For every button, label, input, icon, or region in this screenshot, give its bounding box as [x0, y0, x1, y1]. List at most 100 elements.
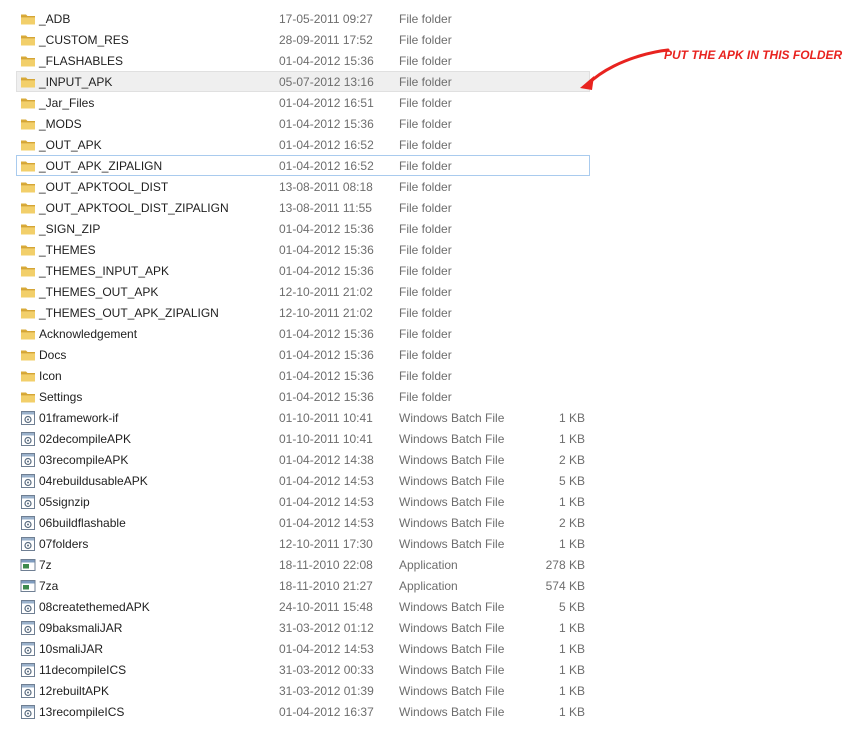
file-size: 278 KB	[545, 558, 585, 572]
batch-file-icon	[20, 621, 36, 635]
file-name: 05signzip	[39, 495, 90, 509]
file-row[interactable]: 04rebuildusableAPK 01-04-2012 14:53 Window…	[16, 470, 590, 491]
file-row[interactable]: _ADB 17-05-2011 09:27 File folder	[16, 8, 590, 29]
file-date-modified: 12-10-2011 21:02	[279, 306, 373, 320]
file-row[interactable]: _FLASHABLES 01-04-2012 15:36 File folder	[16, 50, 590, 71]
folder-icon	[20, 12, 36, 26]
file-row[interactable]: _Jar_Files 01-04-2012 16:51 File folder	[16, 92, 590, 113]
file-type: File folder	[399, 390, 452, 404]
file-row[interactable]: 12rebuiltAPK 31-03-2012 01:39 Windows Batc…	[16, 680, 590, 701]
file-date-modified: 01-04-2012 15:36	[279, 390, 374, 404]
file-name: 7za	[39, 579, 59, 593]
file-list[interactable]: _ADB 17-05-2011 09:27 File folder _CUSTOM_R…	[16, 8, 590, 732]
batch-file-icon	[20, 642, 36, 656]
file-type: File folder	[399, 180, 452, 194]
file-date-modified: 28-09-2011 17:52	[279, 33, 373, 47]
folder-icon	[20, 54, 36, 68]
file-row[interactable]: _OUT_APKTOOL_DIST 13-08-2011 08:18 File fo…	[16, 176, 590, 197]
file-type: File folder	[399, 159, 452, 173]
annotation-text: PUT THE APK IN THIS FOLDER	[664, 48, 843, 62]
file-date-modified: 05-07-2012 13:16	[279, 75, 374, 89]
file-row[interactable]: 06buildflashable 01-04-2012 14:53 Windows …	[16, 512, 590, 533]
file-date-modified: 01-04-2012 16:51	[279, 96, 374, 110]
batch-file-icon	[20, 495, 36, 509]
file-type: File folder	[399, 369, 452, 383]
file-date-modified: 12-10-2011 17:30	[279, 537, 373, 551]
batch-file-icon	[20, 411, 36, 425]
file-name: 11decompileICS	[39, 663, 127, 677]
file-row[interactable]: _MODS 01-04-2012 15:36 File folder	[16, 113, 590, 134]
file-type: File folder	[399, 33, 452, 47]
file-row[interactable]: _INPUT_APK 05-07-2012 13:16 File folder	[16, 71, 590, 92]
file-name: 02decompileAPK	[39, 432, 132, 446]
file-date-modified: 18-11-2010 22:08	[279, 558, 373, 572]
file-name: 10smaliJAR	[39, 642, 104, 656]
file-name: _CUSTOM_RES	[39, 33, 129, 47]
file-row[interactable]: Acknowledgement 01-04-2012 15:36 File fold…	[16, 323, 590, 344]
file-row[interactable]: 13recompileICS 01-04-2012 16:37 Windows Ba…	[16, 701, 590, 722]
file-row[interactable]: 07folders 12-10-2011 17:30 Windows Batch F…	[16, 533, 590, 554]
folder-icon	[20, 285, 36, 299]
folder-icon	[20, 327, 36, 341]
folder-icon	[20, 33, 36, 47]
file-type: Windows Batch File	[399, 516, 505, 530]
file-type: Windows Batch File	[399, 705, 505, 719]
file-row[interactable]: _OUT_APK_ZIPALIGN 01-04-2012 16:52 File fo…	[16, 155, 590, 176]
file-row[interactable]: _OUT_APK 01-04-2012 16:52 File folder	[16, 134, 590, 155]
file-row[interactable]: _SIGN_ZIP 01-04-2012 15:36 File folder	[16, 218, 590, 239]
file-row[interactable]: _THEMES 01-04-2012 15:36 File folder	[16, 239, 590, 260]
file-name: Settings	[39, 390, 83, 404]
file-date-modified: 31-03-2012 00:33	[279, 663, 374, 677]
file-row[interactable]: 02decompileAPK 01-10-2011 10:41 Windows Ba…	[16, 428, 590, 449]
folder-icon	[20, 390, 36, 404]
application-icon	[20, 579, 36, 593]
file-date-modified: 01-04-2012 14:53	[279, 516, 374, 530]
folder-icon	[20, 75, 36, 89]
folder-icon	[20, 222, 36, 236]
file-row[interactable]: 09baksmaliJAR 31-03-2012 01:12 Windows Bat…	[16, 617, 590, 638]
file-name: _INPUT_APK	[39, 75, 113, 89]
folder-icon	[20, 369, 36, 383]
file-name: 13recompileICS	[39, 705, 125, 719]
batch-file-icon	[20, 453, 36, 467]
file-row[interactable]: 11decompileICS 31-03-2012 00:33 Windows Ba…	[16, 659, 590, 680]
file-type: File folder	[399, 138, 452, 152]
folder-icon	[20, 243, 36, 257]
batch-file-icon	[20, 663, 36, 677]
file-row[interactable]: 10smaliJAR 01-04-2012 14:53 Windows Batch …	[16, 638, 590, 659]
file-row[interactable]: Icon 01-04-2012 15:36 File folder	[16, 365, 590, 386]
file-row[interactable]: 03recompileAPK 01-04-2012 14:38 Windows Ba…	[16, 449, 590, 470]
file-type: Windows Batch File	[399, 495, 505, 509]
file-name: _SIGN_ZIP	[39, 222, 101, 236]
file-row[interactable]: _OUT_APKTOOL_DIST_ZIPALIGN 13-08-2011 11:…	[16, 197, 590, 218]
file-row[interactable]: _THEMES_OUT_APK 12-10-2011 21:02 File fold…	[16, 281, 590, 302]
folder-icon	[20, 201, 36, 215]
file-size: 1 KB	[558, 537, 585, 551]
file-name: 08createthemedAPK	[39, 600, 150, 614]
file-type: File folder	[399, 12, 452, 26]
file-name: Docs	[39, 348, 67, 362]
file-date-modified: 01-04-2012 16:37	[279, 705, 374, 719]
file-type: Windows Batch File	[399, 537, 505, 551]
file-name: _MODS	[39, 117, 82, 131]
file-row[interactable]: _THEMES_INPUT_APK 01-04-2012 15:36 File fo…	[16, 260, 590, 281]
file-row[interactable]: Docs 01-04-2012 15:36 File folder	[16, 344, 590, 365]
file-row[interactable]: 08createthemedAPK 24-10-2011 15:48 Windows…	[16, 596, 590, 617]
file-row[interactable]: 01framework-if 01-10-2011 10:41 Windows Ba…	[16, 407, 590, 428]
file-type: File folder	[399, 327, 452, 341]
file-row[interactable]: _THEMES_OUT_APK_ZIPALIGN 12-10-2011 21:02…	[16, 302, 590, 323]
list-bottom-edge	[16, 726, 590, 732]
file-name: _FLASHABLES	[39, 54, 124, 68]
file-row[interactable]: 7z 18-11-2010 22:08 Application 278 KB	[16, 554, 590, 575]
file-name: _ADB	[39, 12, 71, 26]
file-date-modified: 17-05-2011 09:27	[279, 12, 373, 26]
file-name: 06buildflashable	[39, 516, 126, 530]
file-row[interactable]: _CUSTOM_RES 28-09-2011 17:52 File folder	[16, 29, 590, 50]
file-row[interactable]: 05signzip 01-04-2012 14:53 Windows Batch F…	[16, 491, 590, 512]
file-row[interactable]: Settings 01-04-2012 15:36 File folder	[16, 386, 590, 407]
file-row[interactable]: 7za 18-11-2010 21:27 Application 574 KB	[16, 575, 590, 596]
application-icon	[20, 558, 36, 572]
folder-icon	[20, 306, 36, 320]
file-date-modified: 01-04-2012 15:36	[279, 243, 374, 257]
file-date-modified: 01-04-2012 16:52	[279, 138, 374, 152]
